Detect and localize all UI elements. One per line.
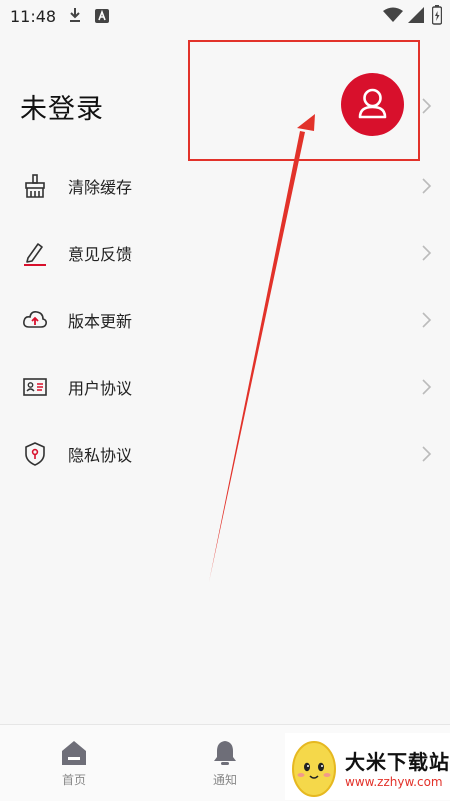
broom-icon bbox=[22, 173, 48, 199]
wifi-icon bbox=[383, 7, 403, 27]
app-notification-icon bbox=[95, 8, 109, 27]
menu-item-label: 清除缓存 bbox=[68, 178, 133, 197]
watermark-title: 大米下载站 bbox=[345, 750, 450, 774]
signal-icon bbox=[408, 7, 424, 27]
chevron-right-icon bbox=[420, 310, 434, 330]
home-icon bbox=[62, 741, 86, 765]
annotation-highlight-box bbox=[188, 40, 420, 161]
status-time: 11:48 bbox=[10, 7, 57, 26]
shield-icon bbox=[22, 441, 48, 467]
menu-item-version-update[interactable]: 版本更新 bbox=[0, 292, 450, 348]
menu-item-user-agreement[interactable]: 用户协议 bbox=[0, 359, 450, 415]
menu-item-label: 意见反馈 bbox=[68, 245, 133, 264]
nav-item-home[interactable]: 首页 bbox=[34, 725, 114, 801]
watermark-url: www.zzhyw.com bbox=[345, 775, 443, 789]
chevron-right-icon bbox=[420, 377, 434, 397]
pen-icon bbox=[22, 240, 48, 266]
menu-item-label: 版本更新 bbox=[68, 312, 133, 331]
status-bar: 11:48 bbox=[0, 0, 450, 34]
menu-item-label: 用户协议 bbox=[68, 379, 133, 398]
watermark: 大米下载站 www.zzhyw.com bbox=[285, 733, 450, 800]
menu-item-label: 隐私协议 bbox=[68, 446, 133, 465]
battery-icon bbox=[431, 5, 443, 29]
menu-item-feedback[interactable]: 意见反馈 bbox=[0, 225, 450, 281]
nav-label: 首页 bbox=[61, 773, 86, 787]
nav-label: 通知 bbox=[212, 773, 237, 787]
download-icon bbox=[68, 6, 82, 28]
nav-item-notifications[interactable]: 通知 bbox=[185, 725, 265, 801]
menu-item-privacy-policy[interactable]: 隐私协议 bbox=[0, 426, 450, 482]
chevron-right-icon bbox=[420, 176, 434, 196]
cloud-upload-icon bbox=[22, 307, 48, 333]
chevron-right-icon bbox=[420, 96, 434, 116]
menu-item-clear-cache[interactable]: 清除缓存 bbox=[0, 158, 450, 214]
bell-icon bbox=[214, 741, 236, 765]
id-card-icon bbox=[22, 374, 48, 400]
login-status: 未登录 bbox=[20, 94, 104, 125]
mascot-logo bbox=[292, 741, 336, 797]
chevron-right-icon bbox=[420, 444, 434, 464]
chevron-right-icon bbox=[420, 243, 434, 263]
